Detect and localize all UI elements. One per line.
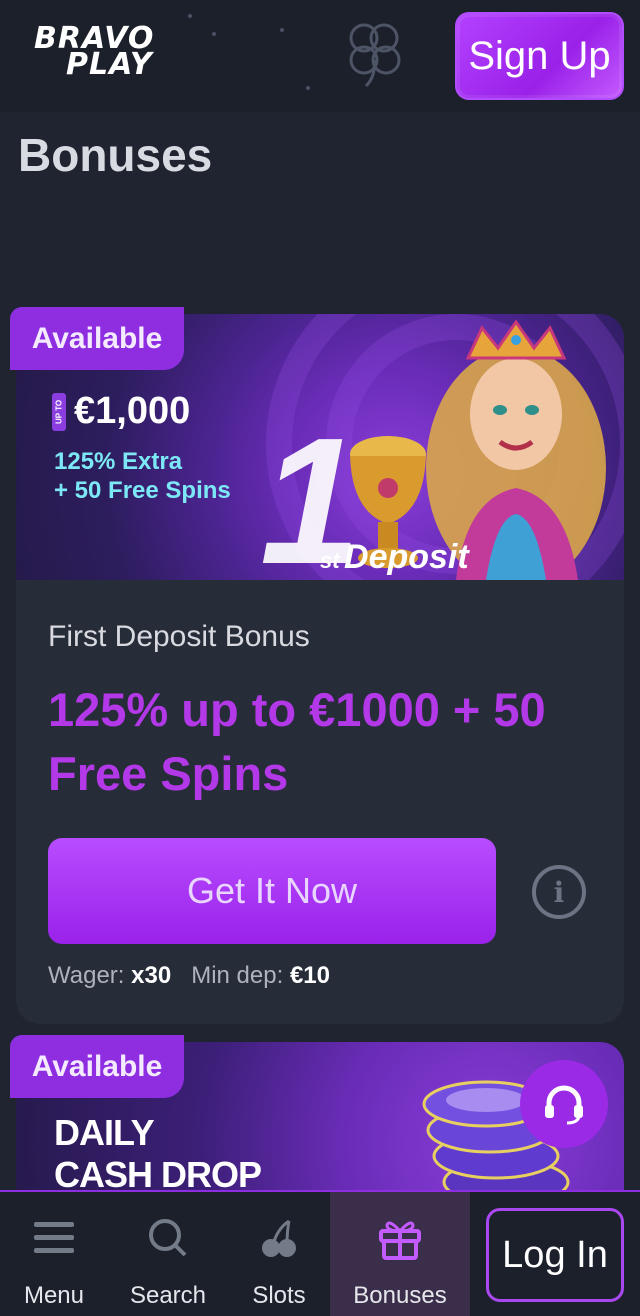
get-it-now-button[interactable]: Get It Now [48,838,496,944]
banner-deposit-label: st Deposit [320,538,469,576]
cherry-icon [255,1216,303,1260]
nav-item-bonuses[interactable]: Bonuses [330,1192,470,1316]
bottom-navigation: Menu Search Slots Bonuses Log In [0,1190,640,1316]
page-title: Bonuses [18,129,213,181]
gift-icon [376,1216,424,1260]
banner-amount: UP TO €1,000 [52,390,190,433]
upto-badge: UP TO [52,392,66,431]
support-button[interactable] [520,1060,608,1148]
headset-icon [545,1085,583,1125]
search-icon [144,1216,192,1260]
wager-value: x30 [131,962,172,989]
logo-text-bottom: PLAY [66,47,153,82]
menu-icon [30,1216,78,1260]
banner-extra-line: 125% Extra [54,448,183,475]
nav-label: Menu [23,1282,85,1309]
wager-label: Wager: [48,962,125,989]
bonus-terms: Wager: x30 Min dep: €10 [48,962,330,990]
log-in-button[interactable]: Log In [486,1208,624,1302]
banner-amount-value: €1,000 [74,390,191,432]
min-dep-value: €10 [289,962,330,989]
nav-item-slots[interactable]: Slots [230,1192,328,1316]
sign-up-button[interactable]: Sign Up [455,12,624,100]
nav-label: Slots [252,1282,306,1309]
available-badge: Available [10,307,184,370]
nav-label: Bonuses [353,1282,447,1309]
decor-dot [212,32,216,36]
bravoplay-logo[interactable]: BRAVO PLAY [34,22,204,102]
decor-dot [280,28,284,32]
cash-drop-title-line1: DAILY [54,1112,155,1153]
nav-label: Search [129,1282,207,1309]
banner-spins-line: + 50 Free Spins [54,477,231,504]
info-icon[interactable]: i [532,865,586,919]
clover-icon [349,23,401,88]
decor-dot [306,86,310,90]
nav-item-menu[interactable]: Menu [0,1192,108,1316]
top-header: BRAVO PLAY Sign Up [0,0,640,112]
available-badge: Available [10,1035,184,1098]
decor-dot [188,14,192,18]
bonus-offer-headline: 125% up to €1000 + 50 Free Spins [48,683,546,800]
min-dep-label: Min dep: [191,962,284,989]
bonuses-page: BRAVO PLAY Sign Up Bonuses UP TO €1,000 [0,0,640,1316]
nav-item-search[interactable]: Search [112,1192,224,1316]
bonus-name: First Deposit Bonus [48,620,310,653]
